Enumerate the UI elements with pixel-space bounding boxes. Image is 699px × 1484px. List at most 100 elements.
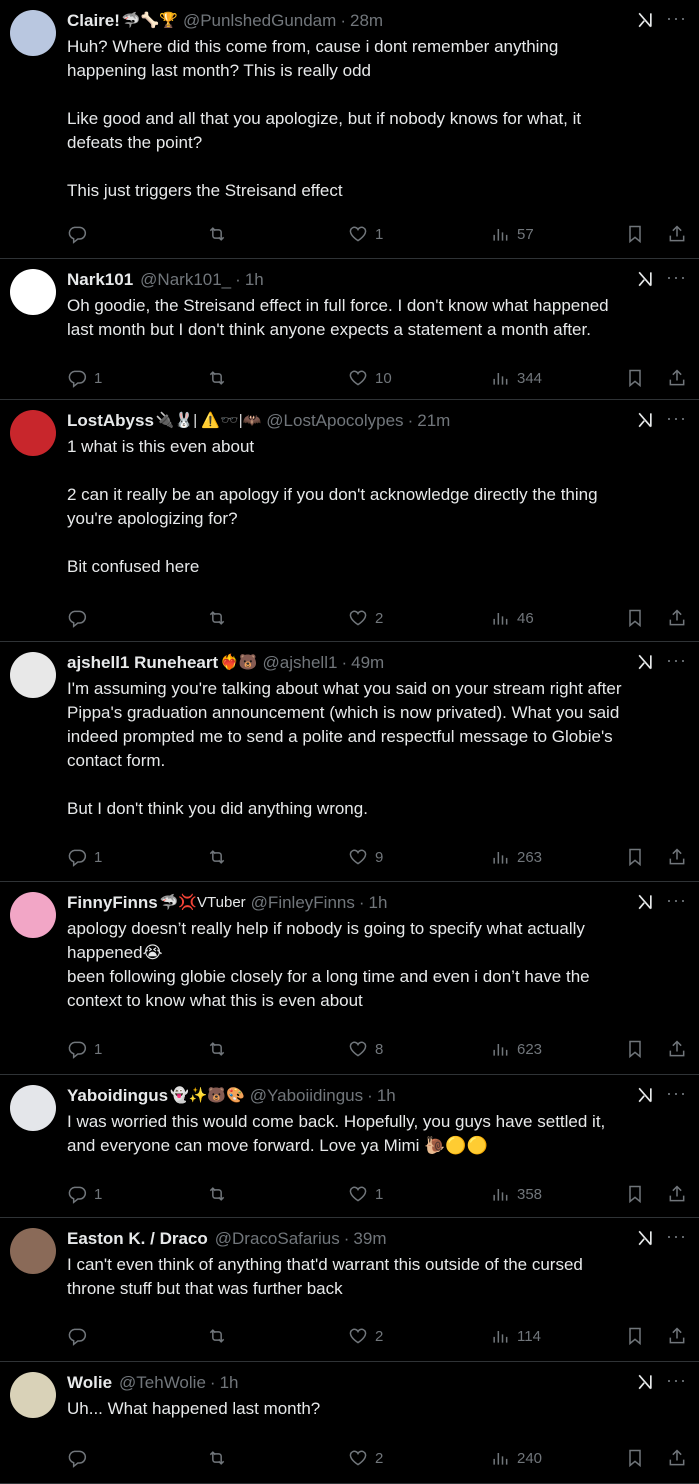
repost-button[interactable] xyxy=(207,366,234,390)
views-button[interactable]: 263 xyxy=(490,845,542,869)
bookmark-button[interactable] xyxy=(625,366,645,390)
like-button[interactable]: 10 xyxy=(348,366,392,390)
reply-button[interactable] xyxy=(67,606,94,630)
avatar[interactable] xyxy=(10,1372,56,1418)
repost-button[interactable] xyxy=(207,1037,234,1061)
more-options-icon[interactable]: ··· xyxy=(666,890,687,910)
display-name[interactable]: Nark101 xyxy=(67,269,133,291)
like-button[interactable]: 1 xyxy=(348,222,383,246)
more-options-icon[interactable]: ··· xyxy=(666,650,687,670)
grok-icon[interactable] xyxy=(635,410,655,430)
reply-post[interactable]: LostAbyss 🔌🐰| ⚠️🕶️|🦇 @LostApocolypes · 21m 1 … xyxy=(0,400,699,642)
grok-icon[interactable] xyxy=(635,892,655,912)
views-button[interactable]: 46 xyxy=(490,606,534,630)
display-name[interactable]: ajshell1 Runeheart xyxy=(67,652,218,674)
timestamp[interactable]: 1h xyxy=(369,892,388,914)
user-handle[interactable]: @ajshell1 xyxy=(263,652,338,674)
share-button[interactable] xyxy=(667,845,687,869)
reply-button[interactable]: 1 xyxy=(67,845,102,869)
avatar[interactable] xyxy=(10,10,56,56)
display-name[interactable]: Easton K. / Draco xyxy=(67,1228,208,1250)
like-button[interactable]: 2 xyxy=(348,1324,383,1348)
timestamp[interactable]: 28m xyxy=(350,10,383,32)
user-handle[interactable]: @Nark101_ xyxy=(140,269,231,291)
more-options-icon[interactable]: ··· xyxy=(666,267,687,287)
reply-post[interactable]: Yaboidingus 👻✨🐻🎨 @Yaboiidingus · 1h I was wor… xyxy=(0,1075,699,1218)
user-handle[interactable]: @LostApocolypes xyxy=(266,410,403,432)
user-handle[interactable]: @TehWolie xyxy=(119,1372,206,1394)
more-options-icon[interactable]: ··· xyxy=(666,408,687,428)
timestamp[interactable]: 21m xyxy=(417,410,450,432)
user-handle[interactable]: @PunlshedGundam xyxy=(183,10,336,32)
grok-icon[interactable] xyxy=(635,1228,655,1248)
repost-button[interactable] xyxy=(207,606,234,630)
reply-button[interactable] xyxy=(67,222,94,246)
like-button[interactable]: 1 xyxy=(348,1182,383,1206)
share-button[interactable] xyxy=(667,1182,687,1206)
share-button[interactable] xyxy=(667,1324,687,1348)
timestamp[interactable]: 1h xyxy=(220,1372,239,1394)
views-button[interactable]: 344 xyxy=(490,366,542,390)
bookmark-button[interactable] xyxy=(625,1324,645,1348)
avatar[interactable] xyxy=(10,892,56,938)
views-button[interactable]: 114 xyxy=(490,1324,541,1348)
reply-post[interactable]: FinnyFinns 🦈💢VTuber @FinleyFinns · 1h apology… xyxy=(0,882,699,1075)
share-button[interactable] xyxy=(667,1037,687,1061)
avatar[interactable] xyxy=(10,652,56,698)
avatar[interactable] xyxy=(10,410,56,456)
grok-icon[interactable] xyxy=(635,10,655,30)
reply-button[interactable] xyxy=(67,1324,94,1348)
reply-button[interactable]: 1 xyxy=(67,366,102,390)
reply-button[interactable]: 1 xyxy=(67,1182,102,1206)
views-button[interactable]: 57 xyxy=(490,222,534,246)
share-button[interactable] xyxy=(667,222,687,246)
share-button[interactable] xyxy=(667,366,687,390)
reply-post[interactable]: ajshell1 Runeheart ❤️‍🔥🐻 @ajshell1 · 49m I'm … xyxy=(0,642,699,882)
repost-button[interactable] xyxy=(207,1182,234,1206)
bookmark-button[interactable] xyxy=(625,222,645,246)
reply-button[interactable] xyxy=(67,1446,94,1470)
more-options-icon[interactable]: ··· xyxy=(666,1370,687,1390)
reply-post[interactable]: Nark101 @Nark101_ · 1h Oh goodie, the Streis… xyxy=(0,259,699,400)
views-button[interactable]: 358 xyxy=(490,1182,542,1206)
like-button[interactable]: 9 xyxy=(348,845,383,869)
share-button[interactable] xyxy=(667,606,687,630)
avatar[interactable] xyxy=(10,1228,56,1274)
repost-button[interactable] xyxy=(207,1446,234,1470)
reply-button[interactable]: 1 xyxy=(67,1037,102,1061)
like-button[interactable]: 8 xyxy=(348,1037,383,1061)
display-name[interactable]: Claire! xyxy=(67,10,120,32)
display-name[interactable]: FinnyFinns xyxy=(67,892,158,914)
grok-icon[interactable] xyxy=(635,1372,655,1392)
timestamp[interactable]: 39m xyxy=(353,1228,386,1250)
bookmark-button[interactable] xyxy=(625,1037,645,1061)
grok-icon[interactable] xyxy=(635,269,655,289)
display-name[interactable]: LostAbyss xyxy=(67,410,154,432)
like-button[interactable]: 2 xyxy=(348,1446,383,1470)
views-button[interactable]: 623 xyxy=(490,1037,542,1061)
display-name[interactable]: Wolie xyxy=(67,1372,112,1394)
views-button[interactable]: 240 xyxy=(490,1446,542,1470)
user-handle[interactable]: @FinleyFinns xyxy=(251,892,355,914)
timestamp[interactable]: 1h xyxy=(245,269,264,291)
more-options-icon[interactable]: ··· xyxy=(666,1226,687,1246)
user-handle[interactable]: @Yaboiidingus xyxy=(250,1085,363,1107)
timestamp[interactable]: 49m xyxy=(351,652,384,674)
bookmark-button[interactable] xyxy=(625,845,645,869)
user-handle[interactable]: @DracoSafarius xyxy=(215,1228,340,1250)
bookmark-button[interactable] xyxy=(625,606,645,630)
more-options-icon[interactable]: ··· xyxy=(666,1083,687,1103)
reply-post[interactable]: Claire! 🦈🦴🏆 @PunlshedGundam · 28m Huh? Where … xyxy=(0,0,699,259)
timestamp[interactable]: 1h xyxy=(377,1085,396,1107)
grok-icon[interactable] xyxy=(635,652,655,672)
reply-post[interactable]: Easton K. / Draco @DracoSafarius · 39m I can… xyxy=(0,1218,699,1362)
repost-button[interactable] xyxy=(207,222,234,246)
like-button[interactable]: 2 xyxy=(348,606,383,630)
share-button[interactable] xyxy=(667,1446,687,1470)
avatar[interactable] xyxy=(10,269,56,315)
more-options-icon[interactable]: ··· xyxy=(666,8,687,28)
display-name[interactable]: Yaboidingus xyxy=(67,1085,168,1107)
avatar[interactable] xyxy=(10,1085,56,1131)
repost-button[interactable] xyxy=(207,845,234,869)
bookmark-button[interactable] xyxy=(625,1182,645,1206)
